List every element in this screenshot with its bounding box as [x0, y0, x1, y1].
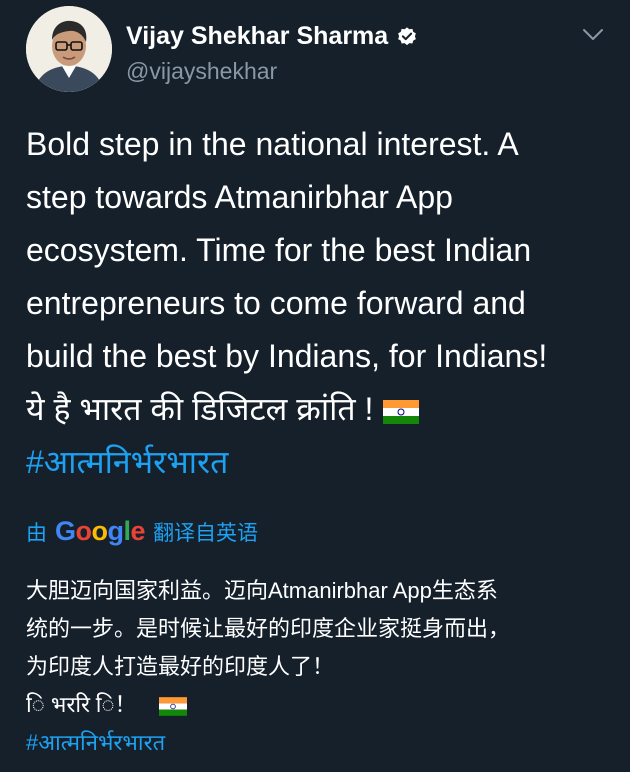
- tweet-line: Bold step in the national interest. A: [26, 126, 519, 162]
- tweet-line-hindi: ये है भारत की डिजिटल क्रांति !: [26, 383, 616, 436]
- user-handle[interactable]: @vijayshekhar: [126, 58, 277, 85]
- display-name[interactable]: Vijay Shekhar Sharma: [126, 22, 388, 51]
- translated-line: 统的一步。是时候让最好的印度企业家挺身而出，: [26, 616, 511, 641]
- tweet-hashtag[interactable]: #आत्मनिर्भरभारत: [26, 436, 616, 489]
- tweet-line: step towards Atmanirbhar App: [26, 179, 453, 215]
- google-logo: Google: [55, 516, 146, 546]
- translated-line: 大胆迈向国家利益。迈向Atmanirbhar App生态系: [26, 578, 498, 603]
- tweet-line: entrepreneurs to come forward and: [26, 285, 526, 321]
- india-flag-icon: [383, 399, 420, 424]
- translated-line-hindi: ि भररि ि！: [26, 686, 616, 724]
- translation-attribution: 由 Google 翻译自英语: [26, 516, 258, 547]
- tweet-hindi-text: ये है भारत की डिजिटल क्रांति !: [26, 391, 374, 427]
- translated-line: 为印度人打造最好的印度人了！: [26, 654, 335, 679]
- translated-text: 大胆迈向国家利益。迈向Atmanirbhar App生态系 统的一步。是时候让最…: [26, 572, 616, 762]
- translation-suffix[interactable]: 翻译自英语: [153, 517, 258, 547]
- translated-hindi-text: ि भररि ि！: [26, 692, 137, 717]
- avatar[interactable]: [26, 6, 112, 92]
- chevron-down-icon[interactable]: [582, 28, 604, 42]
- translated-hashtag[interactable]: #आत्मनिर्भरभारत: [26, 724, 616, 762]
- india-flag-icon: [158, 696, 187, 716]
- translation-prefix: 由: [26, 521, 47, 545]
- name-row: Vijay Shekhar Sharma: [126, 22, 418, 51]
- avatar-illustration: [26, 6, 112, 92]
- tweet-text: Bold step in the national interest. A st…: [26, 118, 616, 489]
- tweet-line: build the best by Indians, for Indians!: [26, 338, 548, 374]
- tweet-line: ecosystem. Time for the best Indian: [26, 232, 532, 268]
- verified-badge-icon: [398, 26, 417, 45]
- tweet-header: Vijay Shekhar Sharma @vijayshekhar: [26, 6, 610, 96]
